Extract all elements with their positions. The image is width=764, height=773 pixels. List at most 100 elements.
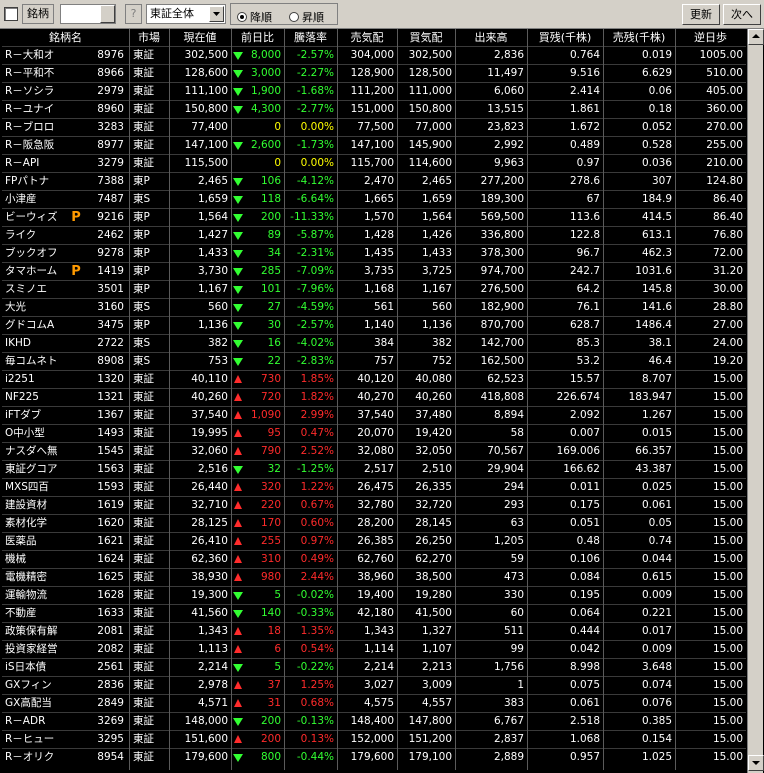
table-row[interactable]: 医薬品 1621 東証 26,410 255 0.97% 26,385 26,250 1,205…	[2, 532, 746, 550]
r-cell: 1,427	[197, 229, 228, 241]
scroll-up-button[interactable]	[748, 29, 764, 45]
table-row[interactable]: 電機精密 1625 東証 38,930 980 2.44% 38,960 38,500 473 0…	[2, 568, 746, 586]
r-cell: -5.87%	[296, 229, 334, 241]
r-cell: -4.12%	[296, 175, 334, 187]
table-row[interactable]: ライク 2462 東P 1,427 89 -5.87% 1,428 1,426 336,800 1…	[2, 226, 746, 244]
up-arrow-icon	[234, 537, 242, 545]
scroll-down-button[interactable]	[748, 755, 764, 771]
r-cell: 0.221	[641, 607, 672, 619]
table-row[interactable]: R－オリク 8954 東証 179,600 800 -0.44% 179,600 179,10…	[2, 748, 746, 766]
table-row[interactable]: 政策保有解 2081 東証 1,343 18 1.35% 1,343 1,327 511 0.44…	[2, 622, 746, 640]
chevron-down-icon[interactable]	[209, 6, 224, 22]
r-cell: 0.615	[641, 571, 672, 583]
table-row[interactable]: R－阪急阪 8977 東証 147,100 2,600 -1.73% 147,100 145,…	[2, 136, 746, 154]
table-row[interactable]: 建設資材 1619 東証 32,710 220 0.67% 32,780 32,720 293 0…	[2, 496, 746, 514]
table-row[interactable]: R－ユナイ 8960 東証 150,800 4,300 -2.77% 151,000 150,…	[2, 100, 746, 118]
r-cell: 330	[503, 589, 524, 601]
table-row[interactable]: R－ブロロ 3283 東証 77,400 0 0.00% 77,500 77,000 23,82…	[2, 118, 746, 136]
mkt-cell: 東証	[133, 571, 154, 583]
table-row[interactable]: スミノエ 3501 東P 1,167 101 -7.96% 1,168 1,167 276,50…	[2, 280, 746, 298]
table-row[interactable]: ブックオフ 9278 東P 1,433 34 -2.31% 1,435 1,433 378,30…	[2, 244, 746, 262]
table-row[interactable]: MXS四百 1593 東証 26,440 320 1.22% 26,475 26,335 294…	[2, 478, 746, 496]
table-row[interactable]: i2251 1320 東証 40,110 730 1.85% 40,120 40,080 62,…	[2, 370, 746, 388]
table-row[interactable]: GXフィン 2836 東証 2,978 37 1.25% 3,027 3,009 1 0.075 0…	[2, 676, 746, 694]
r-cell: -2.31%	[296, 247, 334, 259]
table-row[interactable]: タマホーム P 1419 東P 3,730 285 -7.09% 3,735 3,725 974,…	[2, 262, 746, 280]
table-row[interactable]: R－ソシラ 2979 東証 111,100 1,900 -1.68% 111,200 111,…	[2, 82, 746, 100]
code-cell: 1624	[97, 553, 124, 565]
r-cell: 27	[267, 301, 281, 313]
name-cell: ナスダへ無	[5, 445, 58, 457]
table-row[interactable]: IKHD 2722 東S 382 16 -4.02% 384 382 142,700 85.3 38…	[2, 334, 746, 352]
r-cell: -2.57%	[296, 49, 334, 61]
table-row[interactable]: 不動産 1633 東証 41,560 140 -0.33% 42,180 41,500 60 0.…	[2, 604, 746, 622]
stock-code-dropdown[interactable]	[100, 5, 115, 23]
r-cell: 67	[586, 193, 600, 205]
table-row[interactable]: グドコムA 3475 東P 1,136 30 -2.57% 1,140 1,136 870,70…	[2, 316, 746, 334]
r-cell: 32,780	[357, 499, 394, 511]
column-header[interactable]: 買残(千株)	[527, 29, 603, 46]
table-row[interactable]: ビーウィズ P 9216 東P 1,564 200 -11.33% 1,570 1,564 569…	[2, 208, 746, 226]
table-row[interactable]: iFTダブ 1367 東証 37,540 1,090 2.99% 37,540 37,480 8…	[2, 406, 746, 424]
market-select[interactable]: 東証全体	[146, 4, 226, 24]
help-button[interactable]: ?	[125, 4, 142, 24]
r-cell: 1,756	[493, 661, 524, 673]
column-header[interactable]: 前日比	[231, 29, 284, 46]
r-cell: 2,889	[493, 751, 524, 763]
r-cell: 561	[373, 301, 394, 313]
table-row[interactable]: R－平和不 8966 東証 128,600 3,000 -2.27% 128,900 128,…	[2, 64, 746, 82]
table-row[interactable]: 毎コムネト 8908 東S 753 22 -2.83% 757 752 162,500 53.2 4…	[2, 352, 746, 370]
r-cell: 41,500	[415, 607, 452, 619]
r-cell: 40,120	[357, 373, 394, 385]
column-header[interactable]: 買気配	[397, 29, 455, 46]
r-cell: 2,836	[493, 49, 524, 61]
up-arrow-icon	[234, 501, 242, 509]
column-header[interactable]: 売残(千株)	[603, 29, 675, 46]
table-row[interactable]: ナスダへ無 1545 東証 32,060 790 2.52% 32,080 32,050 70,…	[2, 442, 746, 460]
table-row[interactable]: 素材化学 1620 東証 28,125 170 0.60% 28,200 28,145 63 0.…	[2, 514, 746, 532]
table-row[interactable]: O中小型 1493 東証 19,995 95 0.47% 20,070 19,420 58 0.0…	[2, 424, 746, 442]
table-row[interactable]: iS日本債 2561 東証 2,214 5 -0.22% 2,214 2,213 1,756 8.…	[2, 658, 746, 676]
r-cell: 26,385	[357, 535, 394, 547]
column-header[interactable]: 出来高	[455, 29, 527, 46]
r-cell: 15.00	[712, 571, 743, 583]
watchlist-checkbox[interactable]	[4, 7, 18, 21]
column-header[interactable]: 現在値	[169, 29, 231, 46]
table-row[interactable]: FPパトナ 7388 東P 2,465 106 -4.12% 2,470 2,465 277,2…	[2, 172, 746, 190]
r-cell: 569,500	[480, 211, 524, 223]
r-cell: 15.00	[712, 535, 743, 547]
table-row[interactable]: 機械 1624 東証 62,360 310 0.49% 62,760 62,270 59 0.10…	[2, 550, 746, 568]
r-cell: 200	[260, 715, 281, 727]
column-header[interactable]: 逆日歩	[675, 29, 746, 46]
table-row[interactable]: 投資家経営 2082 東証 1,113 6 0.54% 1,114 1,107 99 0.042 0…	[2, 640, 746, 658]
r-cell: 4,557	[421, 697, 452, 709]
table-row[interactable]: NF225 1321 東証 40,260 720 1.82% 40,270 40,260 418…	[2, 388, 746, 406]
name-cell: R－オリク	[5, 751, 55, 763]
column-divider	[284, 29, 285, 770]
column-header[interactable]: 銘柄名	[2, 29, 129, 46]
r-cell: 2,992	[493, 139, 524, 151]
vertical-scrollbar[interactable]	[747, 29, 764, 773]
refresh-button[interactable]: 更新	[682, 4, 720, 25]
sort-asc-radio[interactable]: 昇順	[289, 9, 324, 25]
table-row[interactable]: GX高配当 2849 東証 4,571 31 0.68% 4,575 4,557 383 0.06…	[2, 694, 746, 712]
table-row[interactable]: 東証グコア 1563 東証 2,516 32 -1.25% 2,517 2,510 29,904…	[2, 460, 746, 478]
table-row[interactable]: R－API 3279 東証 115,500 0 0.00% 115,700 114,600 9,…	[2, 154, 746, 172]
r-cell: 2,213	[421, 661, 452, 673]
table-row[interactable]: 大光 3160 東S 560 27 -4.59% 561 560 182,900 76.1 141.…	[2, 298, 746, 316]
r-cell: 142,700	[480, 337, 524, 349]
r-cell: 3,725	[421, 265, 452, 277]
r-cell: 0.00%	[300, 157, 334, 169]
column-header[interactable]: 騰落率	[284, 29, 337, 46]
code-cell: 8977	[97, 139, 124, 151]
column-header[interactable]: 売気配	[337, 29, 397, 46]
table-row[interactable]: R－大和オ 8976 東証 302,500 8,000 -2.57% 304,000 302,…	[2, 46, 746, 64]
next-button[interactable]: 次へ	[723, 4, 761, 25]
table-row[interactable]: R－ヒュー 3295 東証 151,600 200 0.13% 152,000 151,200…	[2, 730, 746, 748]
table-row[interactable]: 小津産 7487 東S 1,659 118 -6.64% 1,665 1,659 189,300…	[2, 190, 746, 208]
r-cell: 255	[260, 535, 281, 547]
column-header[interactable]: 市場	[129, 29, 169, 46]
table-row[interactable]: 運輸物流 1628 東証 19,300 5 -0.02% 19,400 19,280 330 0.…	[2, 586, 746, 604]
sort-desc-radio[interactable]: 降順	[237, 9, 272, 25]
table-row[interactable]: R－ADR 3269 東証 148,000 200 -0.13% 148,400 147,80…	[2, 712, 746, 730]
